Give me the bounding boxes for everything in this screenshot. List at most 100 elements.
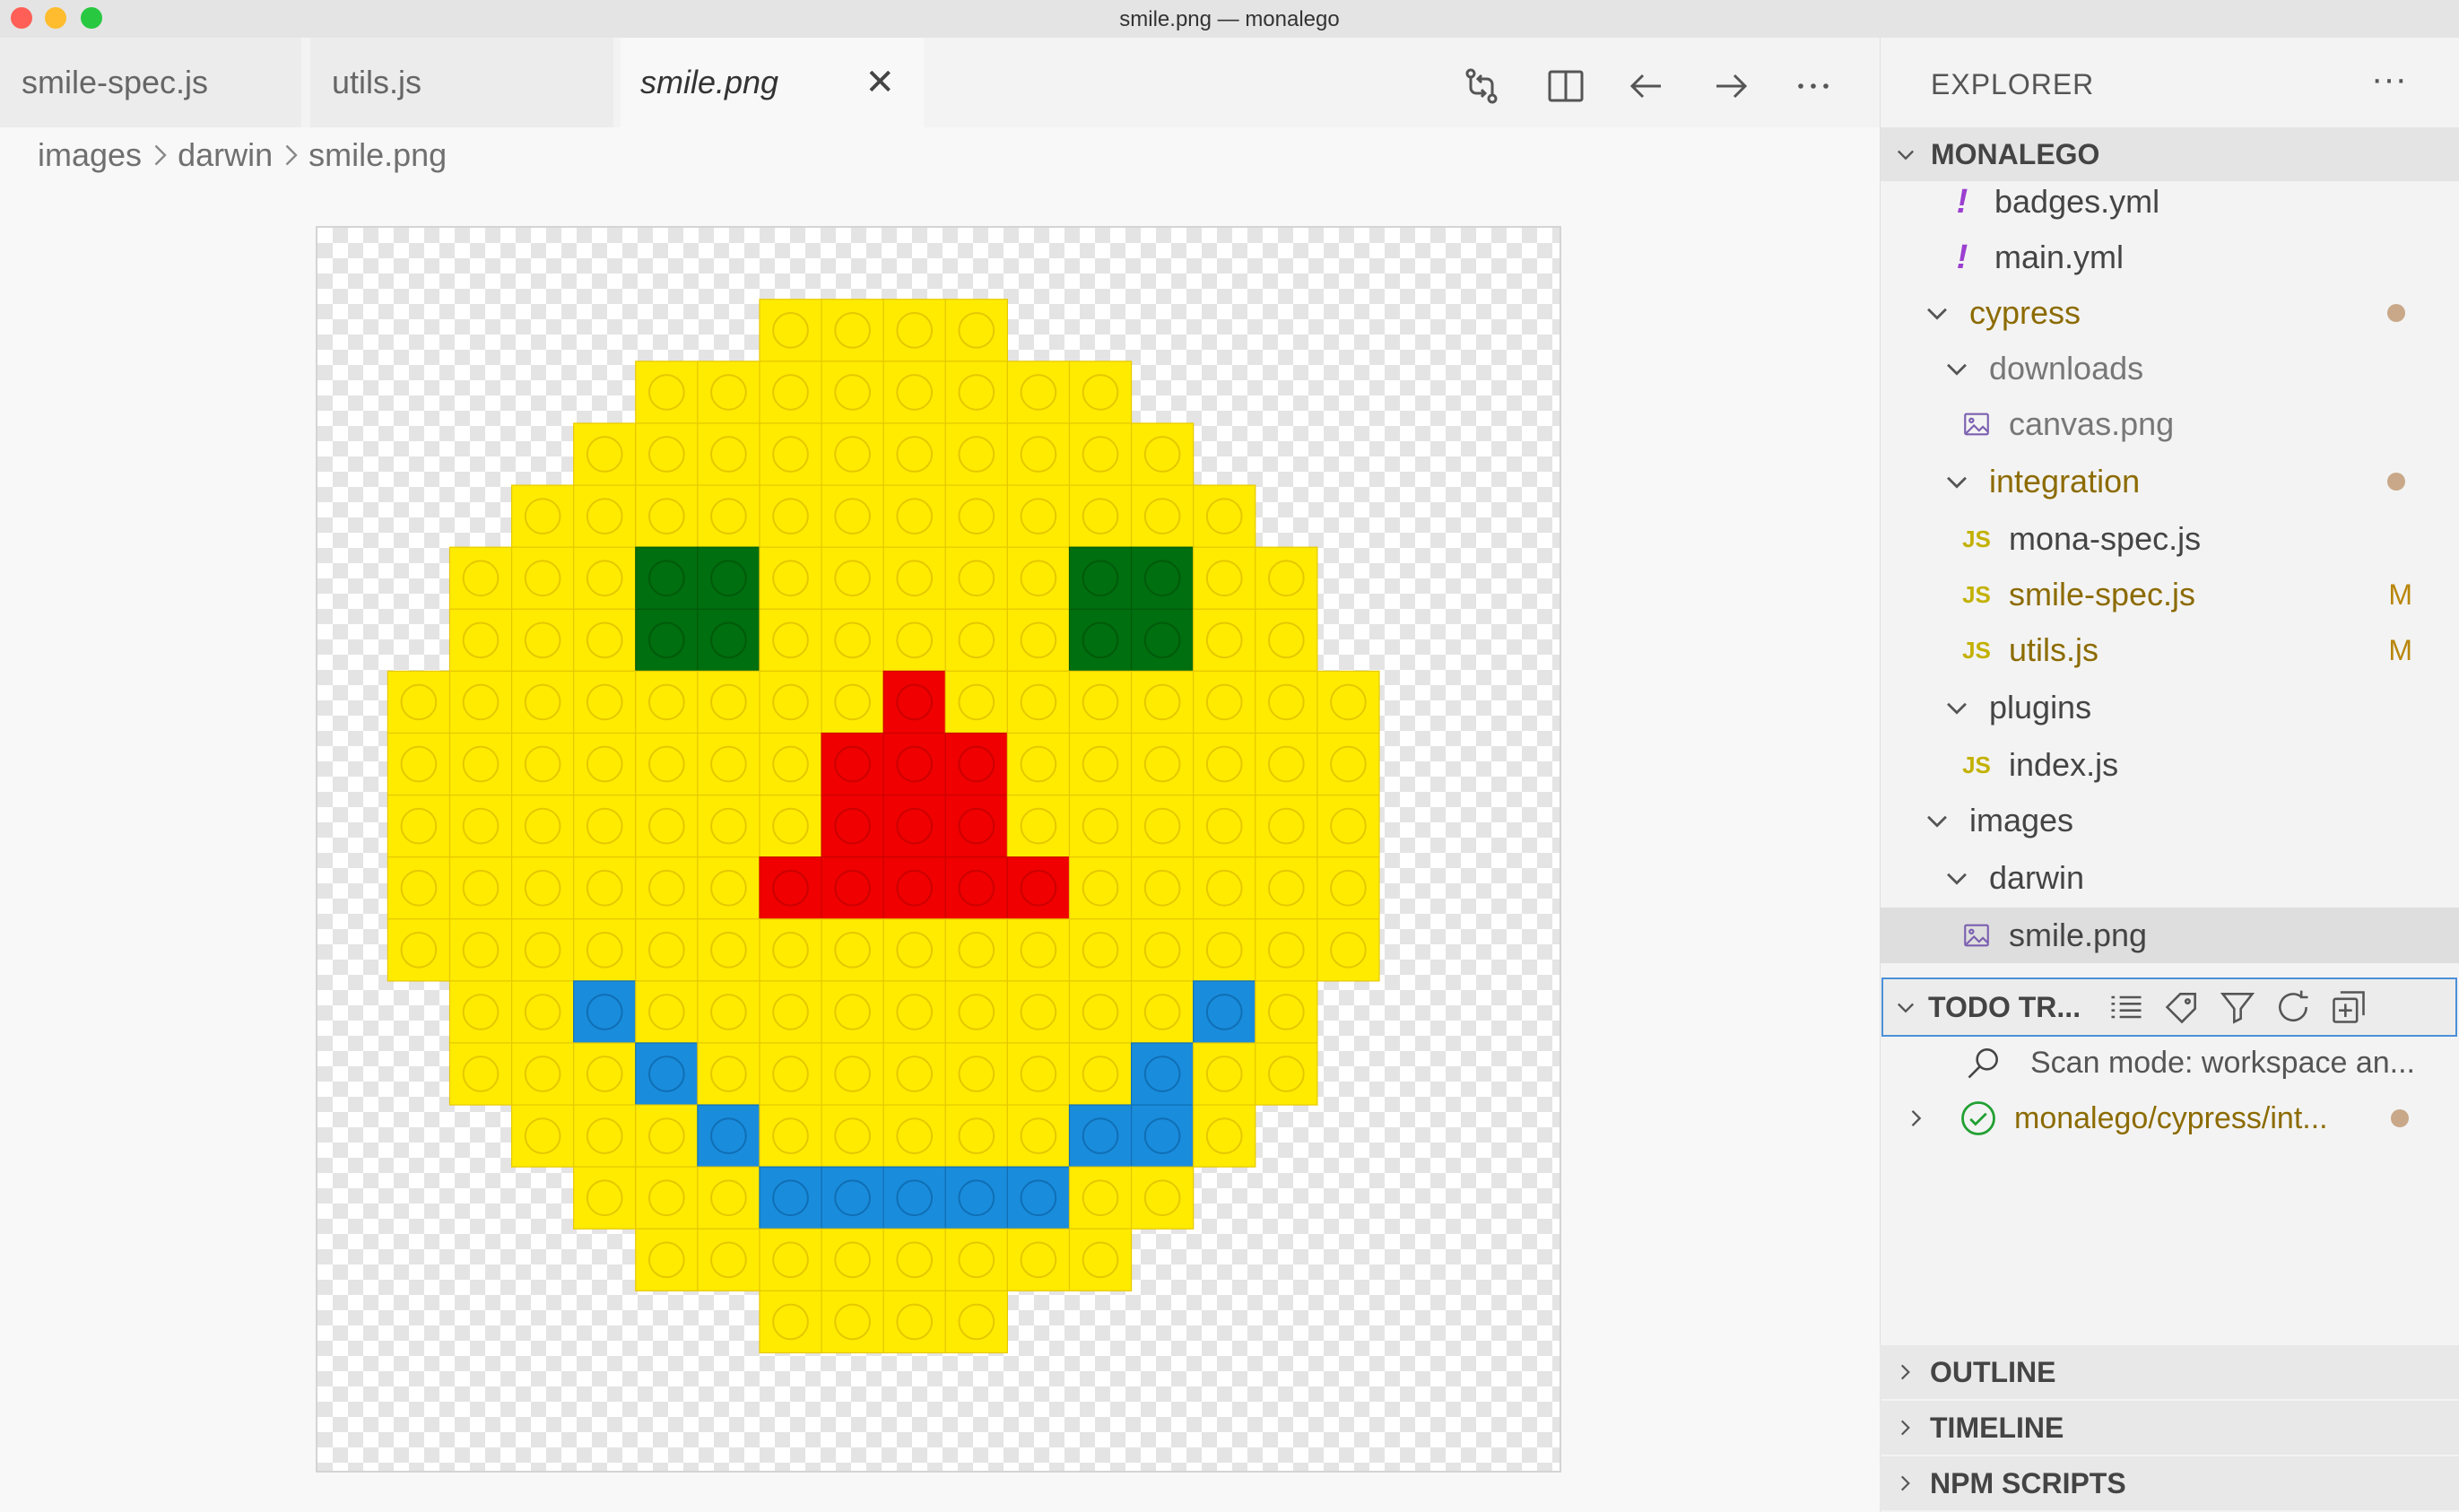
filter-icon[interactable] — [2210, 986, 2265, 1029]
lego-stud — [834, 1117, 871, 1154]
lego-stud — [772, 1179, 809, 1217]
lego-stud — [834, 621, 871, 659]
lego-stud — [772, 1056, 809, 1092]
workspace-root[interactable]: MONALEGO — [1881, 127, 2459, 181]
lego-stud — [647, 745, 685, 783]
tab-bar: smile-spec.js utils.js smile.png ✕ — [0, 38, 1880, 127]
tab-smile-png[interactable]: smile.png ✕ — [621, 38, 924, 127]
lego-stud — [1082, 374, 1119, 411]
modified-dot — [2387, 473, 2405, 491]
refresh-icon[interactable] — [2265, 986, 2321, 1029]
lego-stud — [586, 931, 623, 969]
chevron-down-icon — [1939, 860, 1975, 896]
modified-badge: M — [2388, 633, 2412, 666]
lego-stud — [1020, 1179, 1057, 1217]
lego-stud — [524, 1056, 561, 1092]
lego-stud — [1267, 1056, 1305, 1092]
lego-stud — [710, 436, 747, 473]
timeline-section[interactable]: TIMELINE — [1880, 1401, 2459, 1455]
npm-scripts-section[interactable]: NPM SCRIPTS — [1880, 1456, 2459, 1510]
lego-stud — [958, 994, 995, 1030]
tree-item-badges-yml[interactable]: ! badges.yml — [1880, 174, 2459, 230]
lego-stud — [834, 498, 871, 534]
lego-stud — [586, 498, 623, 534]
tree-item-darwin[interactable]: darwin — [1880, 850, 2459, 906]
tree-item-index-js[interactable]: JS index.js — [1880, 737, 2459, 793]
timeline-label: TIMELINE — [1930, 1411, 2064, 1444]
lego-stud — [710, 374, 747, 411]
breadcrumb-item-darwin[interactable]: darwin — [178, 136, 273, 174]
lego-stud — [400, 869, 438, 907]
lego-stud — [834, 807, 871, 845]
lego-stud — [1020, 1241, 1057, 1279]
lego-stud — [896, 1117, 934, 1154]
lego-stud — [647, 374, 685, 411]
lego-stud — [1020, 1117, 1057, 1154]
lego-stud — [772, 1303, 809, 1341]
lego-stud — [1082, 1056, 1119, 1092]
more-icon[interactable] — [1792, 65, 1835, 108]
lego-stud — [462, 994, 500, 1030]
yaml-icon: ! — [1956, 238, 1968, 276]
lego-stud — [462, 807, 500, 845]
split-editor-icon[interactable] — [1544, 65, 1587, 108]
scan-mode-item[interactable]: Scan mode: workspace an... — [1880, 1035, 2459, 1091]
git-compare-icon[interactable] — [1460, 65, 1503, 108]
todo-tree-item[interactable]: monalego/cypress/int... — [1880, 1091, 2459, 1146]
lego-stud — [647, 621, 685, 659]
lego-stud — [710, 745, 747, 783]
lego-stud — [834, 560, 871, 597]
tree-item-mona-spec-js[interactable]: JS mona-spec.js — [1880, 511, 2459, 567]
lego-stud — [586, 1179, 623, 1217]
tree-item-utils-js[interactable]: JS utils.js M — [1880, 622, 2459, 678]
more-icon[interactable]: ··· — [2371, 59, 2407, 100]
lego-stud — [647, 1117, 685, 1154]
breadcrumb-item-images[interactable]: images — [38, 136, 142, 174]
lego-stud — [896, 994, 934, 1030]
lego-stud — [896, 560, 934, 597]
tree-item-integration[interactable]: integration — [1880, 454, 2459, 509]
tree-item-cypress[interactable]: cypress — [1880, 285, 2459, 341]
window-title: smile.png — monalego — [1119, 7, 1340, 31]
outline-section[interactable]: OUTLINE — [1880, 1345, 2459, 1399]
lego-stud — [772, 311, 809, 349]
lego-stud — [400, 807, 438, 845]
tab-utils[interactable]: utils.js — [310, 38, 613, 127]
close-icon[interactable]: ✕ — [865, 38, 895, 127]
lego-stud — [462, 869, 500, 907]
arrow-right-icon[interactable] — [1709, 65, 1752, 108]
lego-stud — [1205, 869, 1243, 907]
arrow-left-icon[interactable] — [1625, 65, 1668, 108]
tree-item-main-yml[interactable]: ! main.yml — [1880, 230, 2459, 285]
lego-stud — [647, 560, 685, 597]
breadcrumb-item-smile[interactable]: smile.png — [308, 136, 447, 174]
lego-stud — [1143, 931, 1181, 969]
chevron-right-icon — [273, 139, 308, 171]
tree-item-canvas-png[interactable]: canvas.png — [1880, 396, 2459, 452]
lego-stud — [958, 621, 995, 659]
lego-stud — [1267, 683, 1305, 721]
list-icon[interactable] — [2098, 986, 2154, 1029]
image-file-icon — [1959, 917, 1994, 953]
todo-tree-header[interactable]: TODO TR... — [1881, 978, 2457, 1037]
tree-item-smile-png[interactable]: smile.png — [1880, 908, 2459, 963]
collapse-all-icon[interactable] — [2321, 986, 2376, 1029]
lego-stud — [1267, 869, 1305, 907]
lego-stud — [1330, 807, 1367, 845]
tree-item-downloads[interactable]: downloads — [1880, 341, 2459, 396]
tag-icon[interactable] — [2154, 986, 2210, 1029]
lego-stud — [1082, 1179, 1119, 1217]
tree-item-smile-spec-js[interactable]: JS smile-spec.js M — [1880, 567, 2459, 622]
tab-label: smile-spec.js — [22, 64, 209, 100]
lego-stud — [1020, 994, 1057, 1030]
tab-smile-spec[interactable]: smile-spec.js — [0, 38, 301, 127]
image-preview — [316, 226, 1561, 1473]
tree-item-label: main.yml — [1994, 239, 2124, 275]
chevron-down-icon — [1883, 995, 1928, 1020]
lego-stud — [896, 1303, 934, 1341]
lego-stud — [958, 311, 995, 349]
tree-item-images[interactable]: images — [1880, 793, 2459, 848]
tree-item-plugins[interactable]: plugins — [1880, 680, 2459, 735]
js-file-icon: JS — [1962, 580, 1991, 608]
lego-stud — [400, 931, 438, 969]
